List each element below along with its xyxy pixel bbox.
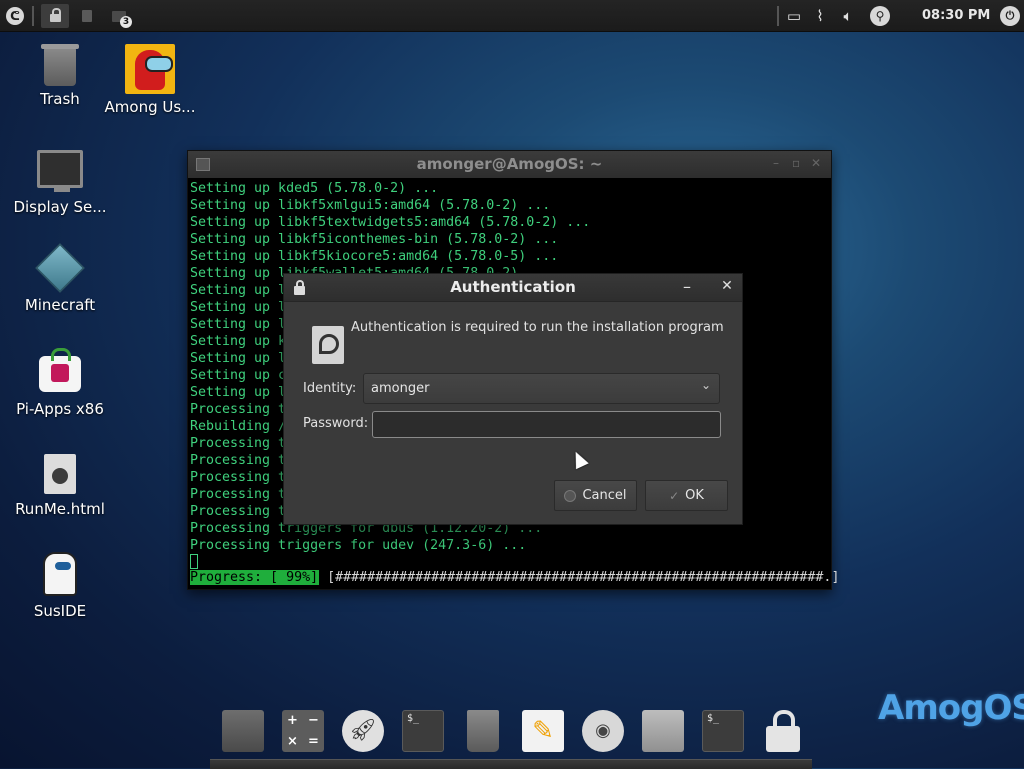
attachment-icon[interactable]: ⌇ — [809, 4, 831, 28]
terminal-titlebar[interactable]: amonger@AmogOS: ~ – ▫ ✕ — [188, 151, 831, 178]
progress-bar: [#######################################… — [319, 570, 840, 585]
terminal-icon[interactable]: $_ — [402, 710, 444, 752]
terminal-line: Setting up libkf5iconthemes-bin (5.78.0-… — [190, 232, 559, 247]
dialog-titlebar[interactable]: Authentication – ✕ — [284, 274, 742, 302]
authentication-icon — [312, 326, 344, 364]
terminal-line: Setting up libkf5xmlgui5:amd64 (5.78.0-2… — [190, 198, 551, 213]
pi-apps-icon — [39, 348, 81, 392]
trash-icon[interactable] — [467, 710, 499, 752]
workspace-3[interactable]: 3 — [105, 4, 133, 28]
browser-icon[interactable]: ◉ — [582, 710, 624, 752]
cancel-icon — [564, 489, 577, 502]
authentication-dialog[interactable]: Authentication – ✕ Authentication is req… — [283, 273, 743, 525]
desktop-icon-label: Among Us... — [104, 98, 196, 116]
maximize-icon[interactable]: ▫ — [792, 156, 800, 170]
panel-separator — [777, 6, 779, 26]
terminal-line: Setting up kded5 (5.78.0-2) ... — [190, 181, 439, 196]
terminal-line: Setting up libkf5kiocore5:amd64 (5.78.0-… — [190, 249, 559, 264]
auth-message: Authentication is required to run the in… — [351, 320, 724, 335]
menu-logo-icon[interactable]: ᕦ — [4, 4, 26, 28]
password-label: Password: — [303, 416, 369, 431]
workspace-1[interactable] — [41, 4, 69, 28]
amogos-logo: AmogOS — [878, 688, 1024, 728]
minecraft-icon — [35, 243, 85, 293]
terminal-title: amonger@AmogOS: ~ — [416, 155, 603, 173]
power-icon[interactable]: ⏻ — [1000, 6, 1020, 26]
desktop-icon-display-settings[interactable]: Display Se... — [5, 150, 115, 216]
terminal-line: Processing triggers for udev (247.3-6) .… — [190, 538, 527, 553]
window-count-badge: 3 — [120, 15, 132, 28]
minimize-button[interactable]: – — [680, 277, 694, 296]
volume-icon[interactable]: 🔈︎ — [837, 4, 859, 28]
desktop-icon-runme[interactable]: RunMe.html — [5, 454, 115, 518]
identity-label: Identity: — [303, 381, 357, 396]
terminal-icon[interactable]: $_ — [702, 710, 744, 752]
desktop-icon-label: RunMe.html — [15, 500, 105, 518]
cancel-label: Cancel — [582, 488, 627, 503]
terminal-cursor — [190, 554, 198, 569]
progress-row: Progress: [ 99%] [######################… — [190, 569, 839, 586]
minimize-icon[interactable]: – — [773, 156, 779, 170]
identity-select[interactable]: amonger ⌄ — [363, 373, 720, 404]
desktop-icon-label: Pi-Apps x86 — [16, 400, 104, 418]
lock-icon — [49, 8, 61, 22]
dock: + − × = 🚀︎ $_ ✎ ◉ $_ — [210, 700, 812, 769]
desktop-icon-suside[interactable]: SusIDE — [5, 552, 115, 620]
desktop-icon-among-us[interactable]: Among Us... — [95, 44, 205, 116]
launcher-icon[interactable]: 🚀︎ — [342, 710, 384, 752]
trash-icon — [82, 10, 92, 22]
workspace-2[interactable] — [73, 4, 101, 28]
ok-button[interactable]: ✓ OK — [645, 480, 728, 511]
ok-label: OK — [685, 488, 704, 503]
progress-label: Progress: [ 99%] — [190, 570, 320, 585]
calculator-icon[interactable]: + − × = — [282, 710, 324, 752]
desktop-icon-label: Display Se... — [13, 198, 107, 216]
monitor-icon — [37, 150, 83, 192]
text-editor-icon[interactable]: ✎ — [522, 710, 564, 752]
html-file-icon — [44, 454, 76, 494]
suside-icon — [43, 552, 77, 596]
desktop-icon-label: Minecraft — [24, 296, 96, 314]
close-icon[interactable]: ✕ — [811, 156, 821, 170]
check-icon: ✓ — [669, 488, 680, 503]
close-button[interactable]: ✕ — [720, 278, 734, 294]
password-input[interactable] — [372, 411, 721, 438]
file-manager-icon[interactable] — [642, 710, 684, 752]
desktop-icon-minecraft[interactable]: Minecraft — [5, 243, 115, 314]
clock[interactable]: 08:30 PM — [922, 0, 990, 32]
top-panel: ᕦ 3 ▭ ⌇ 🔈︎ ⚲ 08:30 PM ⏻ — [0, 0, 1024, 32]
lock-screen-icon[interactable] — [762, 710, 804, 752]
terminal-line: Setting up libkf5textwidgets5:amd64 (5.7… — [190, 215, 591, 230]
cancel-button[interactable]: Cancel — [554, 480, 637, 511]
among-us-icon — [125, 44, 175, 94]
spreadsheet-icon[interactable] — [222, 710, 264, 752]
trash-icon — [41, 44, 79, 86]
search-icon[interactable]: ⚲ — [870, 4, 890, 28]
identity-value: amonger — [371, 381, 430, 396]
window-icon[interactable]: ▭ — [783, 4, 805, 28]
chevron-down-icon: ⌄ — [700, 378, 711, 392]
terminal-icon: 3 — [112, 10, 132, 28]
desktop-icon-pi-apps[interactable]: Pi-Apps x86 — [5, 348, 115, 418]
dialog-title: Authentication — [450, 278, 576, 296]
panel-separator — [32, 6, 34, 26]
desktop-icon-label: SusIDE — [33, 602, 87, 620]
